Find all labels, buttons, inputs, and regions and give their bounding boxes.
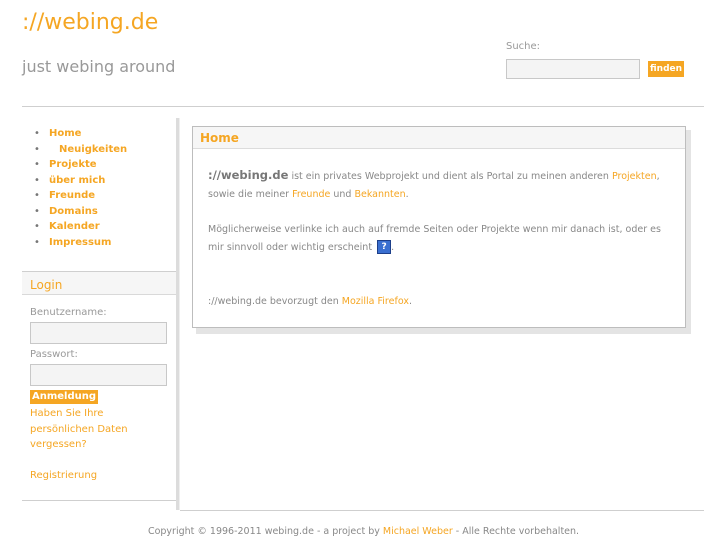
copyright-text: Copyright © 1996-2011 webing.de - a proj… — [147, 526, 383, 537]
bullet-icon: • — [34, 190, 40, 201]
links-text-end: . — [391, 242, 395, 253]
rights-text: - Alle Rechte vorbehalten. — [452, 526, 580, 537]
search-label: Suche: — [506, 41, 541, 52]
login-button[interactable]: Anmeldung — [30, 390, 99, 404]
username-field[interactable] — [30, 322, 167, 344]
sidebar-divider-highlight — [179, 118, 180, 510]
nav-item-neuigkeiten[interactable]: • Neuigkeiten — [22, 142, 127, 158]
intro-paragraph: ://webing.de ist ein privates Webprojekt… — [208, 166, 678, 204]
links-text: Möglicherweise verlinke ich auch auf fre… — [208, 224, 661, 253]
bullet-icon: • — [34, 236, 40, 248]
content-title: Home — [200, 131, 239, 145]
bekannten-link[interactable]: Bekannten — [354, 189, 405, 200]
search-button[interactable]: finden — [648, 61, 685, 77]
username-label: Benutzername: — [30, 307, 107, 318]
sidebar-bottom-rule — [22, 500, 176, 501]
help-icon[interactable]: ? — [377, 240, 392, 254]
brand-name: ://webing.de — [208, 168, 289, 182]
bullet-icon: • — [34, 128, 40, 139]
bullet-icon: • — [34, 205, 40, 217]
bullet-icon: • — [34, 143, 40, 155]
freunde-link[interactable]: Freunde — [292, 189, 330, 200]
nav-item-home[interactable]: • Home — [22, 126, 127, 142]
bullet-icon: • — [34, 221, 40, 232]
intro-text: und — [330, 189, 355, 200]
header-divider — [22, 106, 704, 107]
login-title: Login — [30, 278, 63, 292]
password-field[interactable] — [30, 364, 167, 386]
firefox-link[interactable]: Mozilla Firefox — [342, 296, 409, 307]
content-header — [193, 127, 685, 149]
author-link[interactable]: Michael Weber — [383, 526, 453, 537]
bullet-icon: • — [34, 159, 40, 170]
content-bottom-rule — [180, 510, 704, 511]
bullet-icon: • — [34, 174, 40, 186]
nav-item-kalender[interactable]: • Kalender — [22, 219, 127, 235]
main-navigation: • Home • Neuigkeiten • Projekte • über mich … — [22, 126, 127, 250]
nav-item-domains[interactable]: • Domains — [22, 204, 127, 220]
intro-text: ist ein privates Webprojekt und dient al… — [288, 171, 612, 182]
links-paragraph: Möglicherweise verlinke ich auch auf fre… — [208, 221, 678, 257]
nav-item-projekte[interactable]: • Projekte — [22, 157, 127, 173]
intro-text: . — [405, 189, 409, 200]
browser-text: ://webing.de bevorzugt den — [208, 296, 342, 307]
nav-item-freunde[interactable]: • Freunde — [22, 188, 127, 204]
tagline: just webing around — [22, 57, 176, 76]
nav-item-ueber-mich[interactable]: • über mich — [22, 173, 127, 189]
password-label: Passwort: — [30, 349, 78, 360]
forgot-data-link[interactable]: Haben Sie Ihre persönlichen Daten verges… — [30, 406, 160, 453]
projekten-link[interactable]: Projekten — [612, 171, 657, 182]
browser-paragraph: ://webing.de bevorzugt den Mozilla Firef… — [208, 293, 678, 311]
site-title[interactable]: ://webing.de — [22, 10, 158, 35]
login-header-rule — [22, 294, 176, 295]
footer: Copyright © 1996-2011 webing.de - a proj… — [0, 526, 727, 537]
register-link[interactable]: Registrierung — [30, 470, 97, 481]
search-input[interactable] — [506, 59, 640, 79]
browser-text-end: . — [408, 296, 412, 307]
nav-item-impressum[interactable]: • Impressum — [22, 235, 127, 251]
